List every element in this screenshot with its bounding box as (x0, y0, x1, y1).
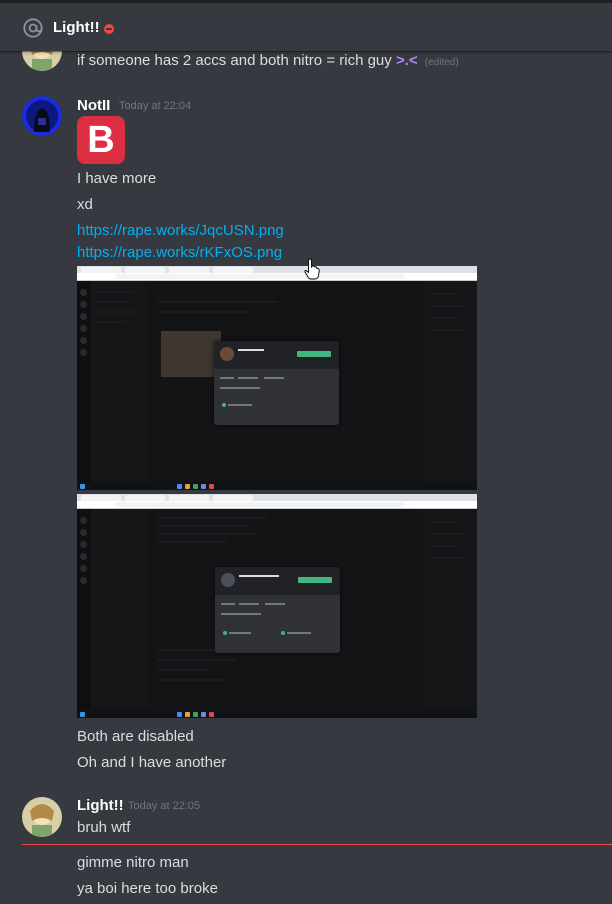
new-messages-divider (22, 844, 612, 845)
browser-address-bar (77, 273, 477, 281)
message-line: Oh and I have another (77, 754, 227, 771)
browser-tabbar (77, 494, 477, 501)
username-notii[interactable]: NotII (77, 97, 110, 114)
edited-label: (edited) (424, 57, 459, 68)
dnd-status-icon (104, 24, 114, 34)
message-line: xd (77, 196, 93, 213)
avatar-notii[interactable] (22, 96, 62, 136)
message-line: bruh wtf (77, 819, 131, 836)
browser-tabbar (77, 266, 477, 273)
at-icon (23, 18, 43, 38)
message-timestamp: Today at 22:05 (128, 800, 201, 812)
username-light[interactable]: Light!! (77, 797, 124, 814)
channel-header: Light!! (0, 3, 612, 51)
message-text: if someone has 2 accs and both nitro = r… (77, 52, 459, 69)
message-line: gimme nitro man (77, 854, 189, 871)
emote-text: >.< (395, 52, 418, 69)
message-line: ya boi here too broke (77, 880, 218, 897)
dm-channel-name[interactable]: Light!! (53, 19, 100, 36)
message-line: I have more (77, 170, 157, 187)
message-timestamp: Today at 22:04 (119, 100, 192, 112)
message-text-body: if someone has 2 accs and both nitro = r… (77, 52, 392, 69)
image-link[interactable]: https://rape.works/JqcUSN.png (77, 222, 284, 239)
image-attachment[interactable] (77, 266, 477, 490)
image-attachment[interactable] (77, 494, 477, 718)
image-link[interactable]: https://rape.works/rKFxOS.png (77, 244, 282, 261)
screenshot-content (77, 281, 477, 482)
message-line: Both are disabled (77, 728, 194, 745)
b-emoji-icon: B (77, 116, 125, 164)
screenshot-taskbar (77, 482, 477, 490)
avatar-light[interactable] (22, 797, 62, 837)
hand-cursor-icon (304, 258, 320, 280)
profile-modal-preview (214, 341, 339, 425)
b-emoji-letter: B (87, 119, 115, 161)
screenshot-taskbar (77, 710, 477, 718)
browser-address-bar (77, 501, 477, 509)
profile-modal-preview (215, 567, 340, 653)
screenshot-content (77, 509, 477, 710)
